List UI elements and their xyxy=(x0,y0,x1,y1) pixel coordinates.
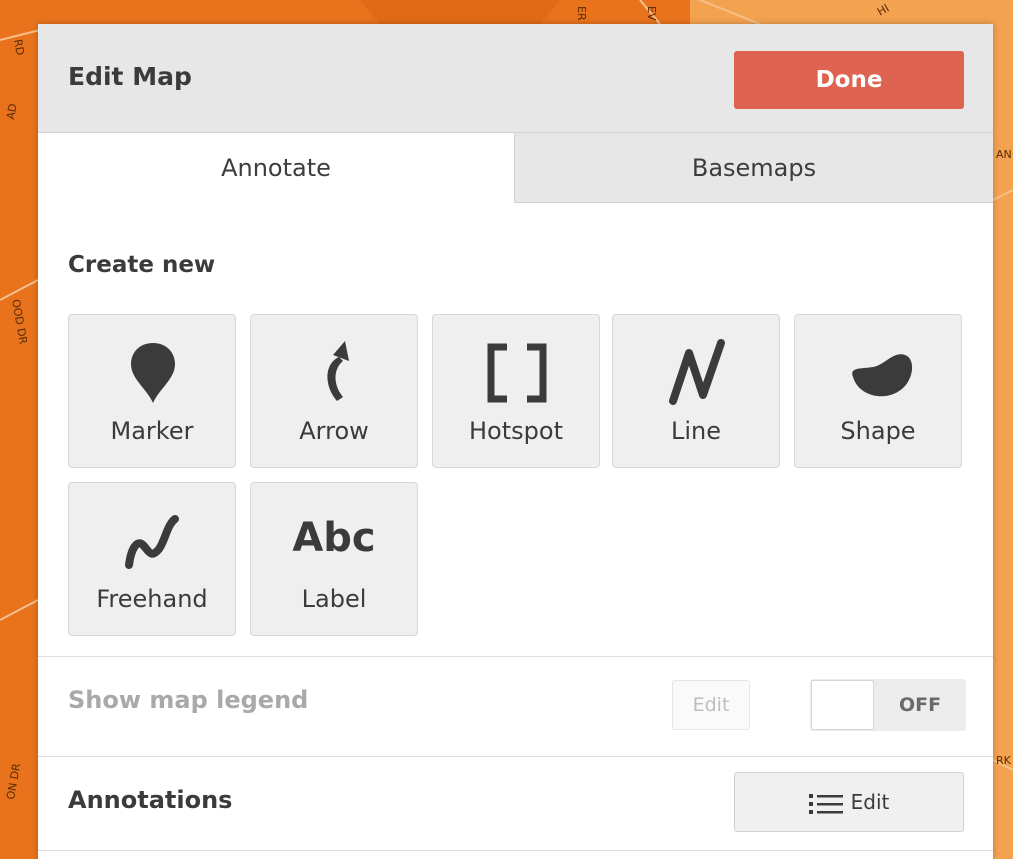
tool-label: Marker xyxy=(110,417,194,445)
map-label: RD xyxy=(11,38,27,56)
toggle-state-label: OFF xyxy=(898,694,942,716)
line-icon xyxy=(669,339,725,405)
shape-icon xyxy=(852,354,913,397)
panel-title: Edit Map xyxy=(68,62,192,91)
divider xyxy=(38,656,993,657)
divider xyxy=(38,850,993,851)
annotations-edit-button[interactable]: Edit xyxy=(734,772,964,832)
show-map-legend-label: Show map legend xyxy=(68,686,309,714)
label-tool-button[interactable]: Abc Label xyxy=(250,482,418,636)
map-label: EV xyxy=(645,6,658,21)
annotations-label: Annotations xyxy=(68,786,233,814)
legend-edit-button: Edit xyxy=(672,680,750,730)
toggle-knob xyxy=(811,680,874,730)
line-tool-button[interactable]: Line xyxy=(612,314,780,468)
done-button[interactable]: Done xyxy=(734,51,964,109)
map-label: AD xyxy=(4,103,20,121)
map-label: RK xyxy=(996,754,1012,767)
abc-icon: Abc xyxy=(292,515,376,561)
panel-header: Edit Map Done xyxy=(38,24,993,133)
list-icon xyxy=(808,793,843,814)
tab-basemaps[interactable]: Basemaps xyxy=(514,133,993,203)
edit-map-panel: Edit Map Done Annotate Basemaps Create n… xyxy=(38,24,993,859)
freehand-tool-button[interactable]: Freehand xyxy=(68,482,236,636)
tool-label: Shape xyxy=(840,417,916,445)
create-new-heading: Create new xyxy=(68,252,216,278)
legend-toggle[interactable]: OFF xyxy=(810,679,966,731)
hotspot-tool-button[interactable]: Hotspot xyxy=(432,314,600,468)
tool-label: Label xyxy=(301,585,367,613)
shape-tool-button[interactable]: Shape xyxy=(794,314,962,468)
annotations-edit-label: Edit xyxy=(850,790,890,814)
map-label: AN xyxy=(996,148,1012,161)
map-label: ER xyxy=(575,6,588,21)
divider xyxy=(38,756,993,757)
hotspot-icon xyxy=(487,343,547,403)
tab-annotate[interactable]: Annotate xyxy=(38,133,514,203)
arrow-tool-button[interactable]: Arrow xyxy=(250,314,418,468)
marker-tool-button[interactable]: Marker xyxy=(68,314,236,468)
arrow-icon xyxy=(327,341,349,401)
tool-label: Line xyxy=(670,417,721,445)
freehand-icon xyxy=(125,515,179,569)
marker-icon xyxy=(131,343,175,403)
tool-label: Freehand xyxy=(96,585,208,613)
tool-label: Arrow xyxy=(299,417,369,445)
tool-label: Hotspot xyxy=(469,417,563,445)
